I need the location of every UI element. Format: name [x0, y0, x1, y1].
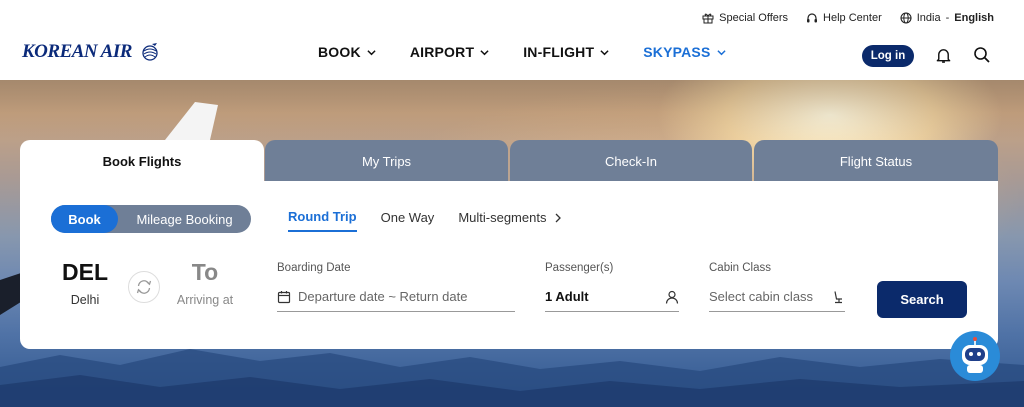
booking-panel: Book Mileage Booking Round Trip One Way … — [20, 181, 998, 349]
trip-round-trip[interactable]: Round Trip — [288, 209, 357, 232]
chevron-right-icon — [555, 213, 562, 222]
tab-book-flights[interactable]: Book Flights — [20, 140, 264, 182]
origin-code[interactable]: DEL — [60, 259, 110, 286]
chevron-down-icon — [480, 49, 489, 55]
main-nav: BOOK AIRPORT IN-FLIGHT SKYPASS — [318, 44, 726, 60]
destination-city: Arriving at — [176, 293, 234, 307]
bell-icon[interactable] — [935, 47, 952, 64]
origin-destination: DEL Delhi To Arriving at — [60, 259, 240, 319]
boarding-date-input[interactable]: Departure date ~ Return date — [277, 282, 515, 312]
region-separator: - — [945, 12, 950, 24]
booking-tabs: Book Flights My Trips Check-In Flight St… — [20, 140, 998, 182]
passenger-input[interactable]: 1 Adult — [545, 282, 679, 312]
nav-in-flight[interactable]: IN-FLIGHT — [523, 44, 609, 60]
nav-skypass-label: SKYPASS — [643, 44, 711, 60]
search-flights-button[interactable]: Search — [877, 281, 967, 318]
cabin-class-label: Cabin Class — [709, 262, 771, 274]
cabin-class-placeholder: Select cabin class — [709, 289, 814, 304]
trip-multi-segments[interactable]: Multi-segments — [458, 209, 562, 232]
passenger-value: 1 Adult — [545, 289, 589, 304]
cabin-class-input[interactable]: Select cabin class — [709, 282, 845, 312]
cabin-class-field: Cabin Class Select cabin class — [709, 262, 845, 312]
chevron-down-icon — [600, 49, 609, 55]
passenger-field: Passenger(s) 1 Adult — [545, 262, 679, 312]
headset-icon — [807, 13, 818, 23]
boarding-date-label: Boarding Date — [277, 262, 351, 274]
seat-icon — [834, 290, 842, 303]
main-header: KOREAN AIR BOOK AIRPORT IN-FLIGHT SKYPAS… — [0, 36, 1024, 72]
person-icon — [665, 290, 679, 304]
help-center-label: Help Center — [823, 12, 882, 24]
logo-text: KOREAN AIR — [22, 41, 132, 62]
taeguk-logo-icon — [142, 43, 158, 61]
nav-book-label: BOOK — [318, 44, 361, 60]
tab-my-trips[interactable]: My Trips — [265, 140, 508, 182]
trip-type-options: Round Trip One Way Multi-segments — [288, 209, 562, 232]
boarding-date-field: Boarding Date Departure date ~ Return da… — [277, 262, 515, 312]
destination-code[interactable]: To — [170, 259, 240, 286]
login-button[interactable]: Log in — [862, 45, 914, 67]
mode-mileage-button[interactable]: Mileage Booking — [118, 205, 251, 233]
origin-city: Delhi — [70, 293, 100, 307]
language-selector[interactable]: India - English — [900, 12, 994, 24]
korean-air-logo[interactable]: KOREAN AIR — [22, 41, 161, 63]
swap-icon — [136, 280, 152, 294]
calendar-icon — [277, 290, 291, 303]
nav-skypass[interactable]: SKYPASS — [643, 44, 726, 60]
gift-icon — [702, 13, 714, 24]
passenger-label: Passenger(s) — [545, 262, 614, 274]
trip-one-way[interactable]: One Way — [381, 209, 435, 232]
swap-airports-button[interactable] — [128, 271, 160, 303]
region-label: India — [916, 12, 941, 24]
mode-book-button[interactable]: Book — [51, 205, 118, 233]
tab-flight-status[interactable]: Flight Status — [754, 140, 998, 182]
tab-check-in[interactable]: Check-In — [510, 140, 752, 182]
nav-airport[interactable]: AIRPORT — [410, 44, 489, 60]
chatbot-icon — [962, 337, 988, 373]
special-offers-link[interactable]: Special Offers — [702, 12, 788, 24]
globe-icon — [900, 12, 912, 24]
nav-book[interactable]: BOOK — [318, 44, 376, 60]
nav-airport-label: AIRPORT — [409, 44, 475, 60]
chevron-down-icon — [716, 49, 726, 55]
booking-mode-toggle: Book Mileage Booking — [51, 205, 251, 233]
special-offers-label: Special Offers — [719, 12, 789, 24]
utility-bar: Special Offers Help Center India - Engli… — [702, 12, 994, 24]
boarding-date-placeholder: Departure date ~ Return date — [298, 289, 468, 304]
nav-in-flight-label: IN-FLIGHT — [523, 44, 595, 60]
multi-segments-label: Multi-segments — [458, 210, 547, 225]
search-icon[interactable] — [973, 46, 991, 64]
chatbot-button[interactable] — [950, 331, 1000, 381]
chevron-down-icon — [367, 49, 376, 55]
language-label: English — [954, 12, 994, 24]
help-center-link[interactable]: Help Center — [806, 12, 882, 24]
